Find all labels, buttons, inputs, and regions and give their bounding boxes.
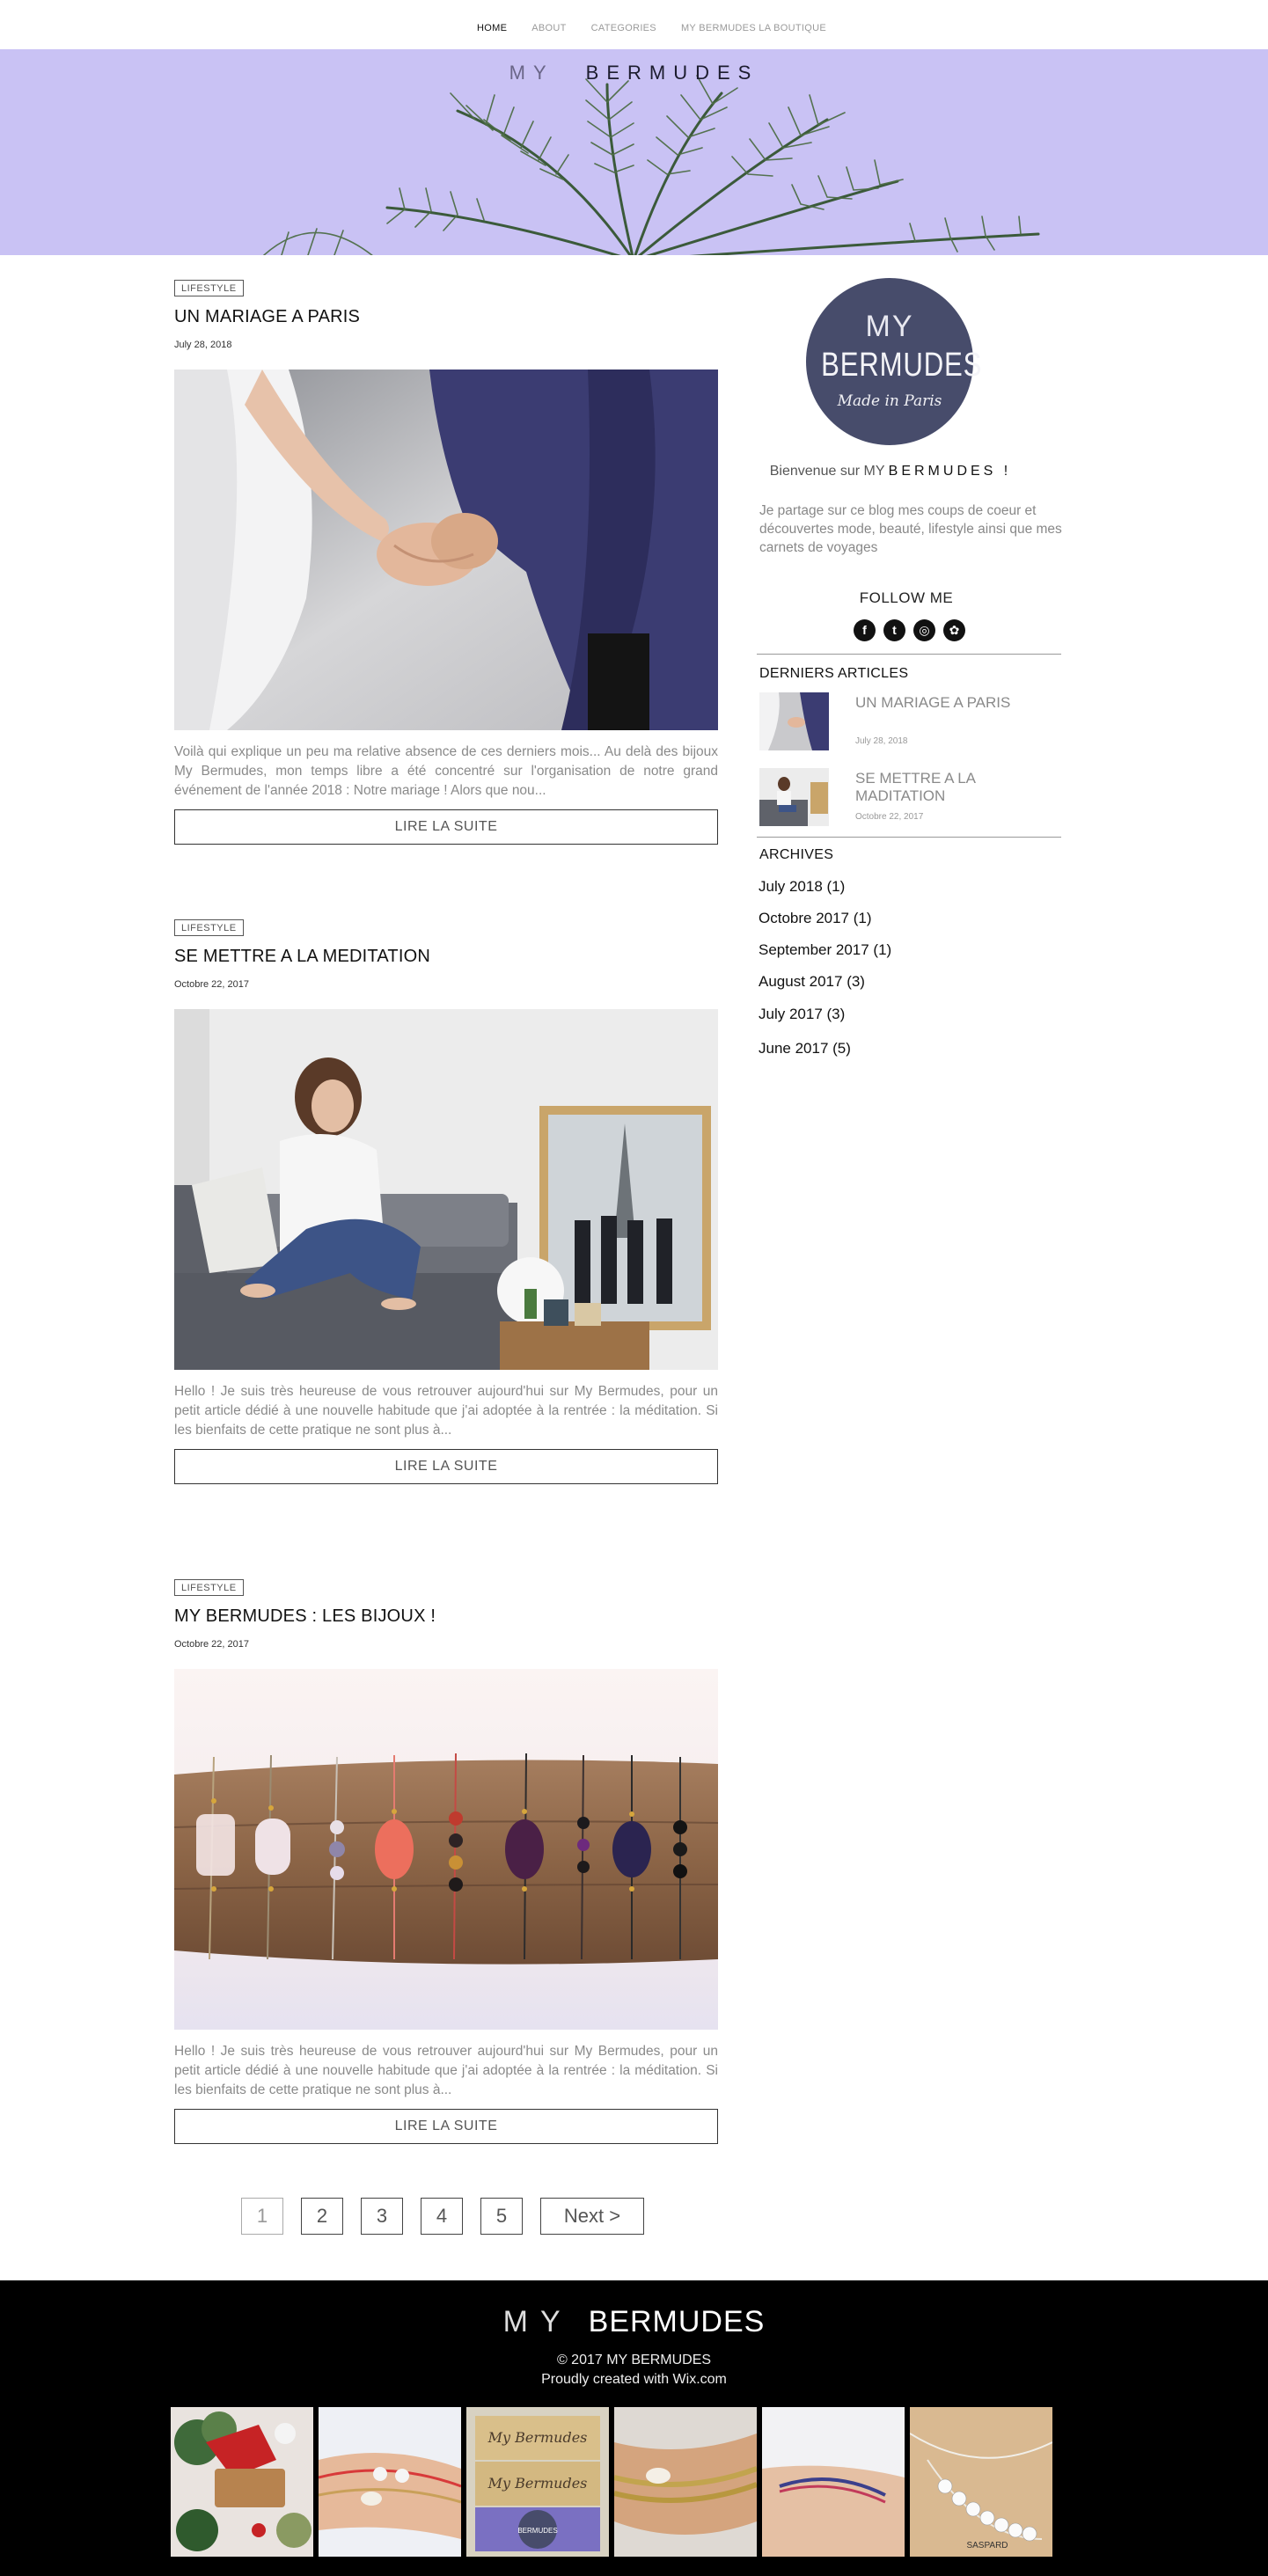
- post-title[interactable]: SE METTRE A LA MEDITATION: [174, 947, 718, 967]
- post-date: Octobre 22, 2017: [174, 1639, 250, 1650]
- instagram-icon[interactable]: ◎: [913, 619, 935, 641]
- blog-post: LIFESTYLE MY BERMUDES : LES BIJOUX ! Oct…: [174, 1579, 718, 2144]
- archive-link[interactable]: Octobre 2017 (1): [759, 910, 872, 927]
- logo-line-my: MY: [865, 310, 914, 343]
- divider: [757, 654, 1061, 655]
- logo-line-tagline: Made in Paris: [837, 392, 942, 410]
- instagram-gallery: My Bermudes My Bermudes BERMUDES SASPARD: [171, 2407, 1052, 2557]
- recent-post-date: Octobre 22, 2017: [855, 812, 924, 822]
- welcome-prefix: Bienvenue sur MY: [769, 464, 885, 479]
- category-tag[interactable]: LIFESTYLE: [174, 1579, 244, 1596]
- recent-post-title: UN MARIAGE A PARIS: [855, 694, 1011, 711]
- read-more-button[interactable]: LIRE LA SUITE: [174, 2109, 718, 2144]
- recent-post-thumbnail: [759, 768, 829, 826]
- hero-title-my: MY: [509, 62, 554, 84]
- gallery-name-label: SASPARD: [966, 2541, 1008, 2550]
- brand-logo: MY BERMUDES Made in Paris: [806, 278, 983, 445]
- twitter-icon[interactable]: t: [883, 619, 905, 641]
- hero-banner: MY BERMUDES: [0, 49, 1268, 255]
- post-date: July 28, 2018: [174, 340, 232, 350]
- page-button-3[interactable]: 3: [361, 2198, 403, 2235]
- post-excerpt: Voilà qui explique un peu ma relative ab…: [174, 744, 718, 798]
- archive-link[interactable]: July 2017 (3): [759, 1006, 845, 1023]
- recent-post-item[interactable]: UN MARIAGE A PARIS July 28, 2018: [759, 692, 1067, 750]
- gallery-image[interactable]: [319, 2407, 461, 2557]
- pinterest-icon[interactable]: ✿: [943, 619, 965, 641]
- site-footer: MY BERMUDES © 2017 MY BERMUDES Proudly cr…: [0, 2280, 1268, 2576]
- gallery-image[interactable]: My Bermudes My Bermudes BERMUDES: [466, 2407, 609, 2557]
- footer-site-title: MY BERMUDES: [0, 2305, 1268, 2339]
- page-button-5[interactable]: 5: [480, 2198, 523, 2235]
- recent-posts-heading: DERNIERS ARTICLES: [759, 666, 909, 681]
- nav-menu: HOME ABOUT CATEGORIES MY BERMUDES LA BOU…: [0, 0, 1268, 33]
- gallery-card-label-2: My Bermudes: [487, 2475, 588, 2492]
- gallery-image[interactable]: [171, 2407, 313, 2557]
- page-button-2[interactable]: 2: [301, 2198, 343, 2235]
- recent-post-thumbnail: [759, 692, 829, 750]
- welcome-text: Bienvenue sur MY BERMUDES !: [759, 464, 1022, 479]
- archive-link[interactable]: August 2017 (3): [759, 973, 865, 991]
- archive-link[interactable]: July 2018 (1): [759, 878, 845, 896]
- post-excerpt: Hello ! Je suis très heureuse de vous re…: [174, 2044, 718, 2097]
- top-nav: HOME ABOUT CATEGORIES MY BERMUDES LA BOU…: [0, 0, 1268, 49]
- gallery-image[interactable]: [762, 2407, 905, 2557]
- archives-heading: ARCHIVES: [759, 847, 834, 862]
- hero-title-bermudes: BERMUDES: [585, 62, 759, 84]
- gallery-image[interactable]: SASPARD: [910, 2407, 1052, 2557]
- welcome-brand: BERMUDES !: [888, 464, 1012, 479]
- social-links: f t ◎ ✿: [854, 619, 965, 641]
- blog-post: LIFESTYLE SE METTRE A LA MEDITATION Octo…: [174, 919, 718, 1484]
- post-image-hands[interactable]: [174, 370, 718, 730]
- post-date: Octobre 22, 2017: [174, 979, 250, 990]
- post-title[interactable]: UN MARIAGE A PARIS: [174, 307, 718, 327]
- blog-post: LIFESTYLE UN MARIAGE A PARIS July 28, 20…: [174, 280, 718, 845]
- archive-link[interactable]: September 2017 (1): [759, 941, 891, 959]
- read-more-button[interactable]: LIRE LA SUITE: [174, 809, 718, 845]
- page-button-4[interactable]: 4: [421, 2198, 463, 2235]
- footer-wix-credit[interactable]: Proudly created with Wix.com: [0, 2370, 1268, 2389]
- post-image-meditation[interactable]: [174, 1009, 718, 1370]
- archive-link[interactable]: June 2017 (5): [759, 1040, 851, 1057]
- nav-item-boutique[interactable]: MY BERMUDES LA BOUTIQUE: [681, 23, 826, 33]
- gallery-card-label-1: My Bermudes: [487, 2429, 588, 2446]
- recent-post-item[interactable]: SE METTRE A LA MADITATION Octobre 22, 20…: [759, 768, 1067, 826]
- nav-item-about[interactable]: ABOUT: [531, 23, 566, 33]
- footer-title-bermudes: BERMUDES: [588, 2305, 766, 2338]
- follow-heading: FOLLOW ME: [859, 589, 954, 606]
- facebook-icon[interactable]: f: [854, 619, 876, 641]
- gallery-image[interactable]: [614, 2407, 757, 2557]
- nav-item-categories[interactable]: CATEGORIES: [591, 23, 656, 33]
- divider: [757, 837, 1061, 838]
- footer-credits: © 2017 MY BERMUDES Proudly created with …: [0, 2351, 1268, 2389]
- page-button-1[interactable]: 1: [241, 2198, 283, 2235]
- gallery-card-logo: BERMUDES: [517, 2527, 557, 2535]
- footer-title-my: MY: [502, 2305, 573, 2338]
- nav-item-home[interactable]: HOME: [477, 23, 507, 33]
- category-tag[interactable]: LIFESTYLE: [174, 919, 244, 936]
- post-excerpt: Hello ! Je suis très heureuse de vous re…: [174, 1384, 718, 1438]
- footer-copyright: © 2017 MY BERMUDES: [556, 2353, 712, 2367]
- read-more-button[interactable]: LIRE LA SUITE: [174, 1449, 718, 1484]
- logo-line-bermudes: BERMUDES: [821, 347, 983, 384]
- hero-site-title[interactable]: MY BERMUDES: [0, 62, 1268, 84]
- next-page-button[interactable]: Next >: [540, 2198, 644, 2235]
- post-image-bracelets[interactable]: [174, 1669, 718, 2030]
- pagination: 1 2 3 4 5 Next >: [241, 2198, 644, 2235]
- intro-text: Je partage sur ce blog mes coups de coeu…: [759, 503, 1062, 555]
- post-title[interactable]: MY BERMUDES : LES BIJOUX !: [174, 1606, 718, 1627]
- category-tag[interactable]: LIFESTYLE: [174, 280, 244, 296]
- recent-post-title: SE METTRE A LA MADITATION: [855, 770, 976, 804]
- recent-post-date: July 28, 2018: [855, 736, 908, 746]
